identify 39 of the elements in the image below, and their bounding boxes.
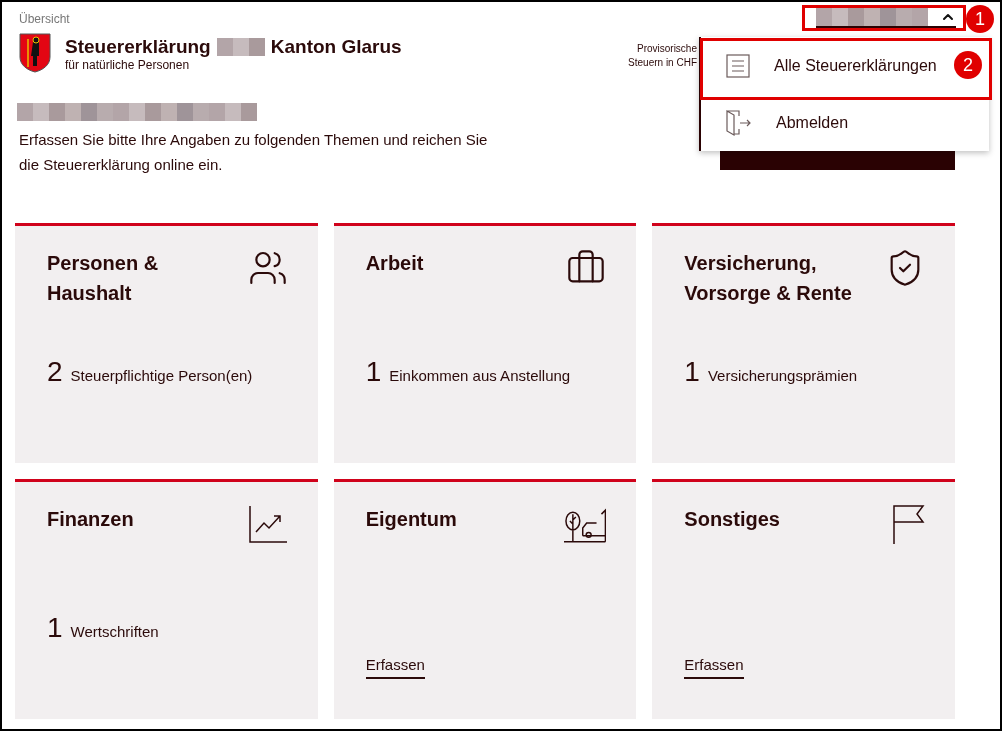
category-card[interactable]: Eigentum Erfassen — [333, 479, 637, 719]
menu-item[interactable]: Alle Steuererklärungen — [701, 37, 946, 94]
menu-item[interactable]: Abmelden — [701, 94, 946, 151]
chart-icon — [247, 504, 288, 544]
item-label: Versicherungsprämien — [707, 366, 858, 386]
item-count: 1 — [684, 356, 700, 388]
card-title: Sonstiges — [684, 507, 781, 532]
step-badge: 1 — [966, 5, 994, 33]
category-card[interactable]: Finanzen 1 Wertschriften — [15, 479, 318, 719]
coat-of-arms-logo — [19, 33, 51, 73]
page-subtitle: für natürliche Personen — [65, 58, 191, 72]
item-label: Wertschriften — [70, 622, 159, 642]
tax-summary-label: Steuern in CHF — [628, 56, 697, 70]
card-title: Versicherung, Vorsorge & Rente — [684, 251, 853, 306]
redacted-text — [216, 38, 265, 56]
breadcrumb[interactable]: Übersicht — [19, 10, 70, 28]
add-link[interactable]: Erfassen — [365, 653, 425, 679]
page-title: Steuererklärung — [65, 36, 211, 58]
card-title: Finanzen — [47, 507, 135, 532]
tax-summary-label: Provisorische — [635, 42, 697, 56]
door-exit-icon — [726, 109, 752, 136]
category-card[interactable]: Sonstiges Erfassen — [652, 479, 955, 719]
category-card[interactable]: Arbeit 1 Einkommen aus Anstellung — [333, 223, 637, 463]
item-count: 1 — [365, 356, 382, 388]
card-title: Arbeit — [365, 251, 425, 276]
flag-icon — [891, 504, 925, 544]
card-title: Personen & Haushalt — [47, 251, 160, 306]
user-dropdown[interactable] — [816, 8, 956, 28]
category-card[interactable]: Versicherung, Vorsorge & Rente 1 Versicherungsprämien — [652, 223, 955, 463]
card-title: Eigentum — [365, 507, 458, 532]
add-link[interactable]: Erfassen — [684, 653, 744, 679]
item-label: Einkommen aus Anstellung — [389, 366, 571, 386]
intro-text: Erfassen Sie bitte Ihre Angaben zu folgenden Themen und reichen Sie die Steuererklärung online ein. — [19, 130, 489, 175]
document-icon — [726, 53, 750, 78]
category-card[interactable]: Personen & Haushalt 2 Steuerpflichtige Person(en) — [15, 223, 318, 463]
item-count: 1 — [47, 612, 63, 644]
item-count: 2 — [47, 356, 63, 388]
page-title: Kanton Glarus — [270, 36, 402, 58]
item-label: Steuerpflichtige Person(en) — [70, 366, 253, 386]
